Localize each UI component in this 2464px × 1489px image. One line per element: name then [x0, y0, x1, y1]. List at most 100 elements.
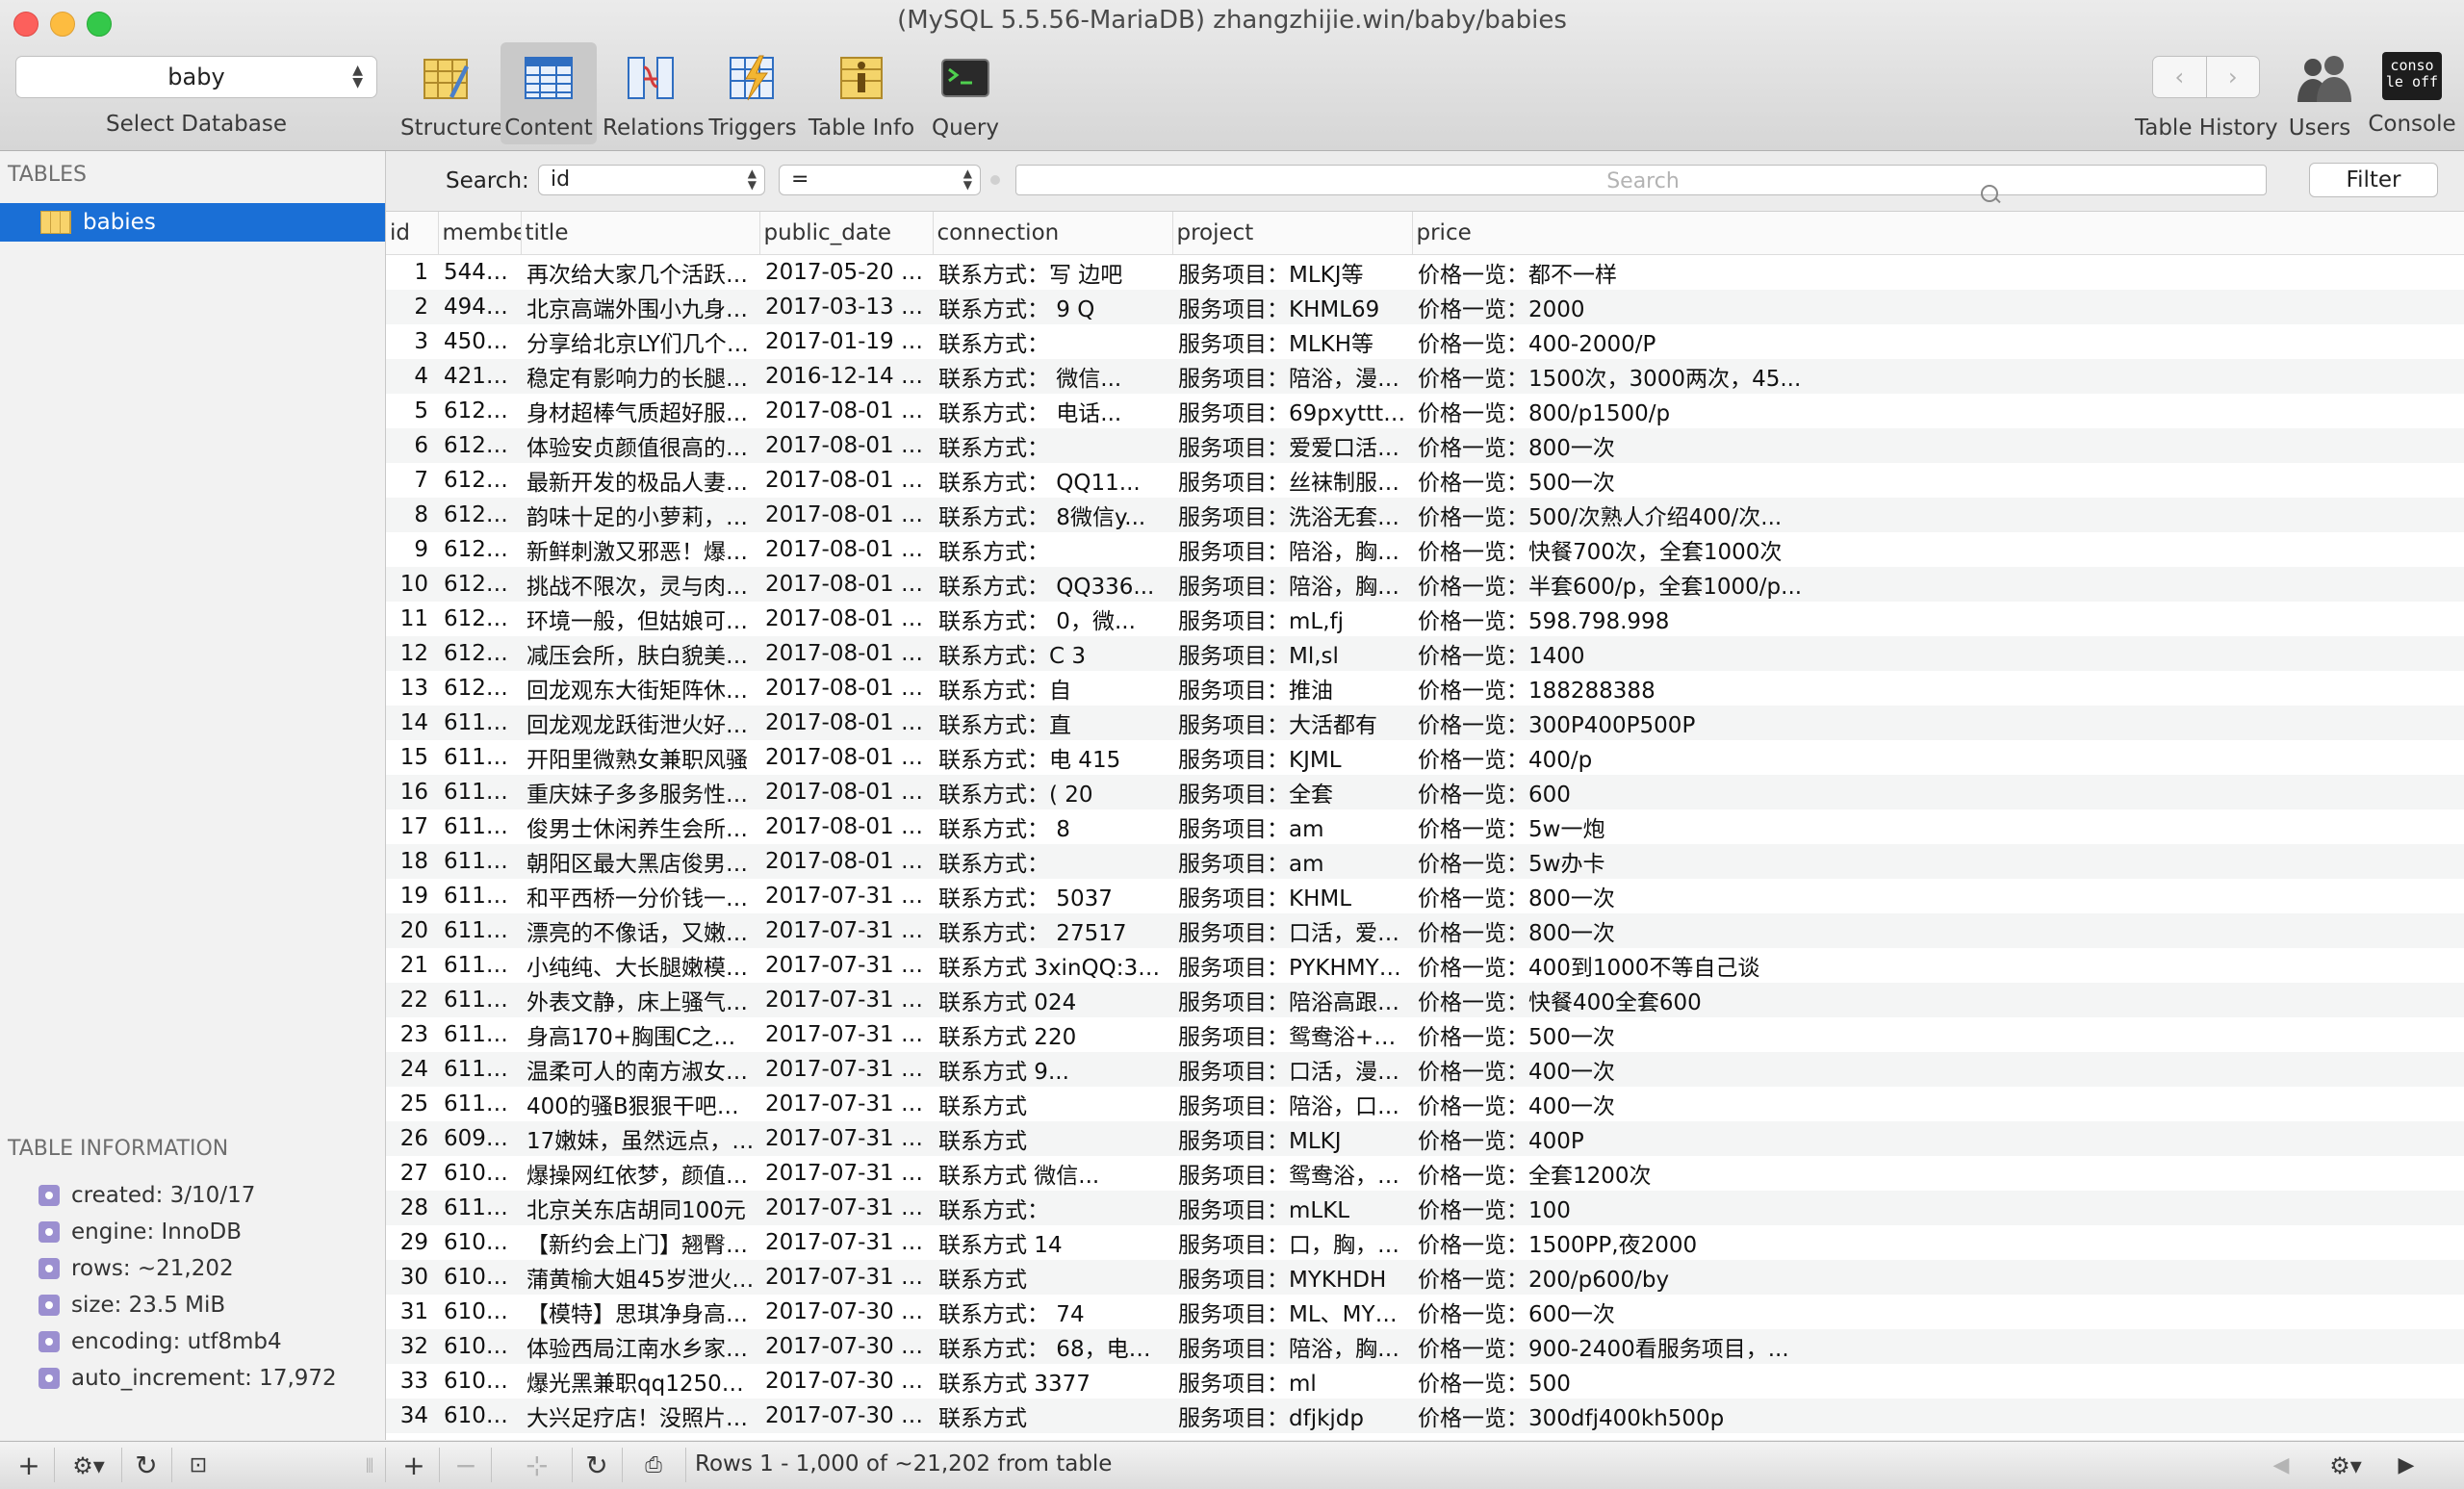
- cell-price[interactable]: 价格一览：400一次: [1412, 1052, 2464, 1087]
- cell-connection[interactable]: 联系方式：: [933, 532, 1172, 567]
- cell-title[interactable]: 爆光黑兼职qq1250943377,说个人...: [521, 1364, 759, 1399]
- cell-project[interactable]: 服务项目：陪浴，漫游，AB面丝足，...: [1172, 359, 1412, 394]
- cell-public-date[interactable]: 2017-08-01 18:10:12: [759, 636, 933, 671]
- next-page-button[interactable]: ▶: [2387, 1442, 2426, 1489]
- cell-member-id[interactable]: 61027: [438, 1329, 521, 1364]
- cell-id[interactable]: 9: [386, 532, 438, 567]
- cell-project[interactable]: 服务项目：陪浴，胸推，滚水，水晶...: [1172, 1329, 1412, 1364]
- cell-public-date[interactable]: 2017-08-01 21:14:15: [759, 567, 933, 602]
- cell-connection[interactable]: 联系方式：直: [933, 706, 1172, 740]
- table-row[interactable]: 1861177朝阳区最大黑店俊男士养生2017-08-01 02:47:45联系…: [386, 844, 2464, 879]
- cell-id[interactable]: 15: [386, 740, 438, 775]
- cell-member-id[interactable]: 61072: [438, 1260, 521, 1295]
- table-row[interactable]: 2361150身高170+胸围C之极品退役模特，肌...2017-07-31 2…: [386, 1017, 2464, 1052]
- cell-project[interactable]: 服务项目：mLKL: [1172, 1191, 1412, 1225]
- cell-id[interactable]: 1: [386, 255, 438, 291]
- cell-public-date[interactable]: 2017-07-31 23:43:26: [759, 879, 933, 913]
- cell-id[interactable]: 8: [386, 498, 438, 532]
- filter-button[interactable]: Filter: [2309, 163, 2438, 197]
- cell-public-date[interactable]: 2017-08-01 16:45:54: [759, 671, 933, 706]
- table-row[interactable]: 2961077【新约会上门】翘臀美眉嘉琪，魔鬼...2017-07-31 01:…: [386, 1225, 2464, 1260]
- cell-project[interactable]: 服务项目：MLKJ: [1172, 1121, 1412, 1156]
- split-handle[interactable]: ⦀: [356, 1442, 383, 1489]
- cell-title[interactable]: 【新约会上门】翘臀美眉嘉琪，魔鬼...: [521, 1225, 759, 1260]
- relations-button[interactable]: Relations: [603, 42, 705, 144]
- cell-member-id[interactable]: 61160: [438, 948, 521, 983]
- cell-project[interactable]: 服务项目：爱爱口活丝袜制服诱惑69: [1172, 428, 1412, 463]
- cell-title[interactable]: 外表文静，床上骚气，懂男人，会来...: [521, 983, 759, 1017]
- cell-id[interactable]: 7: [386, 463, 438, 498]
- cell-price[interactable]: 价格一览：800一次: [1412, 428, 2464, 463]
- cell-public-date[interactable]: 2017-07-31 21:10:55: [759, 1121, 933, 1156]
- content-table[interactable]: idmember_idtitlepublic_dateconnectionpro…: [386, 212, 2464, 1440]
- cell-member-id[interactable]: 61067: [438, 1295, 521, 1329]
- cell-connection[interactable]: 联系方式：自: [933, 671, 1172, 706]
- cell-id[interactable]: 19: [386, 879, 438, 913]
- table-history-button[interactable]: Table History: [2135, 42, 2278, 144]
- column-header-id[interactable]: id: [386, 212, 439, 255]
- table-row[interactable]: 2761064爆操网红依梦，颜值确实是逆天，苗...2017-07-31 20:…: [386, 1156, 2464, 1191]
- cell-id[interactable]: 28: [386, 1191, 438, 1225]
- cell-public-date[interactable]: 2017-07-31 20:08:10: [759, 1156, 933, 1191]
- console-button[interactable]: conso le off Console: [2364, 42, 2460, 144]
- cell-project[interactable]: 服务项目：鸳鸯浴+小漫游+69+口活...: [1172, 1017, 1412, 1052]
- cell-connection[interactable]: 联系方式： QQ11...: [933, 463, 1172, 498]
- delete-row-button[interactable]: −: [445, 1442, 487, 1489]
- table-row[interactable]: 2861105北京关东店胡同100元2017-07-31 13:57:59联系方…: [386, 1191, 2464, 1225]
- database-select[interactable]: baby ▲ ▼: [15, 56, 377, 98]
- previous-page-button[interactable]: ◀: [2262, 1442, 2300, 1489]
- cell-price[interactable]: 价格一览：1400: [1412, 636, 2464, 671]
- cell-title[interactable]: 回龙观东大街矩阵休闲会所: [521, 671, 759, 706]
- cell-member-id[interactable]: 61234: [438, 602, 521, 636]
- cell-connection[interactable]: 联系方式： 9 Q: [933, 290, 1172, 324]
- cell-member-id[interactable]: 61196: [438, 706, 521, 740]
- cell-project[interactable]: 服务项目：KHML69: [1172, 290, 1412, 324]
- column-header-connection[interactable]: connection: [933, 212, 1173, 255]
- search-input[interactable]: [1016, 166, 2270, 196]
- cell-title[interactable]: 再次给大家几个活跃群，里边应有尽...: [521, 255, 759, 291]
- table-row[interactable]: 3361015爆光黑兼职qq1250943377,说个人...2017-07-3…: [386, 1364, 2464, 1399]
- cell-connection[interactable]: 联系方式：C 3: [933, 636, 1172, 671]
- cell-member-id[interactable]: 61232: [438, 636, 521, 671]
- add-row-button[interactable]: +: [393, 1442, 435, 1489]
- cell-public-date[interactable]: 2017-07-30 12:52:45: [759, 1329, 933, 1364]
- cell-public-date[interactable]: 2017-08-01 21:38:18: [759, 428, 933, 463]
- cell-public-date[interactable]: 2017-08-01 21:32:35: [759, 463, 933, 498]
- cell-public-date[interactable]: 2017-07-31 00:27:12: [759, 1260, 933, 1295]
- cell-project[interactable]: 服务项目：口活，漫游，胸推，陪浴...: [1172, 1052, 1412, 1087]
- table-row[interactable]: 1461196回龙观龙跃街泄火好去处2017-08-01 11:22:28联系方…: [386, 706, 2464, 740]
- cell-public-date[interactable]: 2017-08-01 11:22:28: [759, 706, 933, 740]
- cell-price[interactable]: 价格一览：1500次，3000两次，45...: [1412, 359, 2464, 394]
- cell-id[interactable]: 10: [386, 567, 438, 602]
- cell-member-id[interactable]: 61178: [438, 809, 521, 844]
- cell-id[interactable]: 21: [386, 948, 438, 983]
- cell-public-date[interactable]: 2017-08-01 08:33:37: [759, 775, 933, 809]
- cell-price[interactable]: 价格一览：100: [1412, 1191, 2464, 1225]
- cell-id[interactable]: 22: [386, 983, 438, 1017]
- cell-price[interactable]: 价格一览：500/次熟人介绍400/次...: [1412, 498, 2464, 532]
- table-row[interactable]: 249474北京高端外围小九身材曼妙颜值也很赞2017-03-13 19:45:…: [386, 290, 2464, 324]
- cell-project[interactable]: 服务项目：全套: [1172, 775, 1412, 809]
- cell-connection[interactable]: 联系方式： QQ336...: [933, 567, 1172, 602]
- cell-connection[interactable]: 联系方式: [933, 1121, 1172, 1156]
- cell-member-id[interactable]: 61008: [438, 1399, 521, 1433]
- cell-id[interactable]: 24: [386, 1052, 438, 1087]
- cell-price[interactable]: 价格一览：半套600/p，全套1000/p...: [1412, 567, 2464, 602]
- cell-public-date[interactable]: 2017-08-01 02:47:45: [759, 844, 933, 879]
- cell-price[interactable]: 价格一览：600一次: [1412, 1295, 2464, 1329]
- cell-public-date[interactable]: 2017-07-31 23:18:18: [759, 983, 933, 1017]
- cell-public-date[interactable]: 2017-07-31 01:03:49: [759, 1225, 933, 1260]
- cell-price[interactable]: 价格一览：500一次: [1412, 463, 2464, 498]
- cell-id[interactable]: 27: [386, 1156, 438, 1191]
- cell-title[interactable]: 朝阳区最大黑店俊男士养生: [521, 844, 759, 879]
- cell-title[interactable]: 开阳里微熟女兼职风骚: [521, 740, 759, 775]
- cell-price[interactable]: 价格一览：快餐700次，全套1000次: [1412, 532, 2464, 567]
- cell-connection[interactable]: 联系方式： 微信...: [933, 359, 1172, 394]
- cell-id[interactable]: 11: [386, 602, 438, 636]
- cell-connection[interactable]: 联系方式：: [933, 428, 1172, 463]
- cell-connection[interactable]: 联系方式 14: [933, 1225, 1172, 1260]
- cell-public-date[interactable]: 2017-08-01 21:24:35: [759, 498, 933, 532]
- cell-price[interactable]: 价格一览：快餐400全套600: [1412, 983, 2464, 1017]
- cell-price[interactable]: 价格一览：400到1000不等自己谈: [1412, 948, 2464, 983]
- cell-project[interactable]: 服务项目：口活，爱爱，69，丝袜制...: [1172, 913, 1412, 948]
